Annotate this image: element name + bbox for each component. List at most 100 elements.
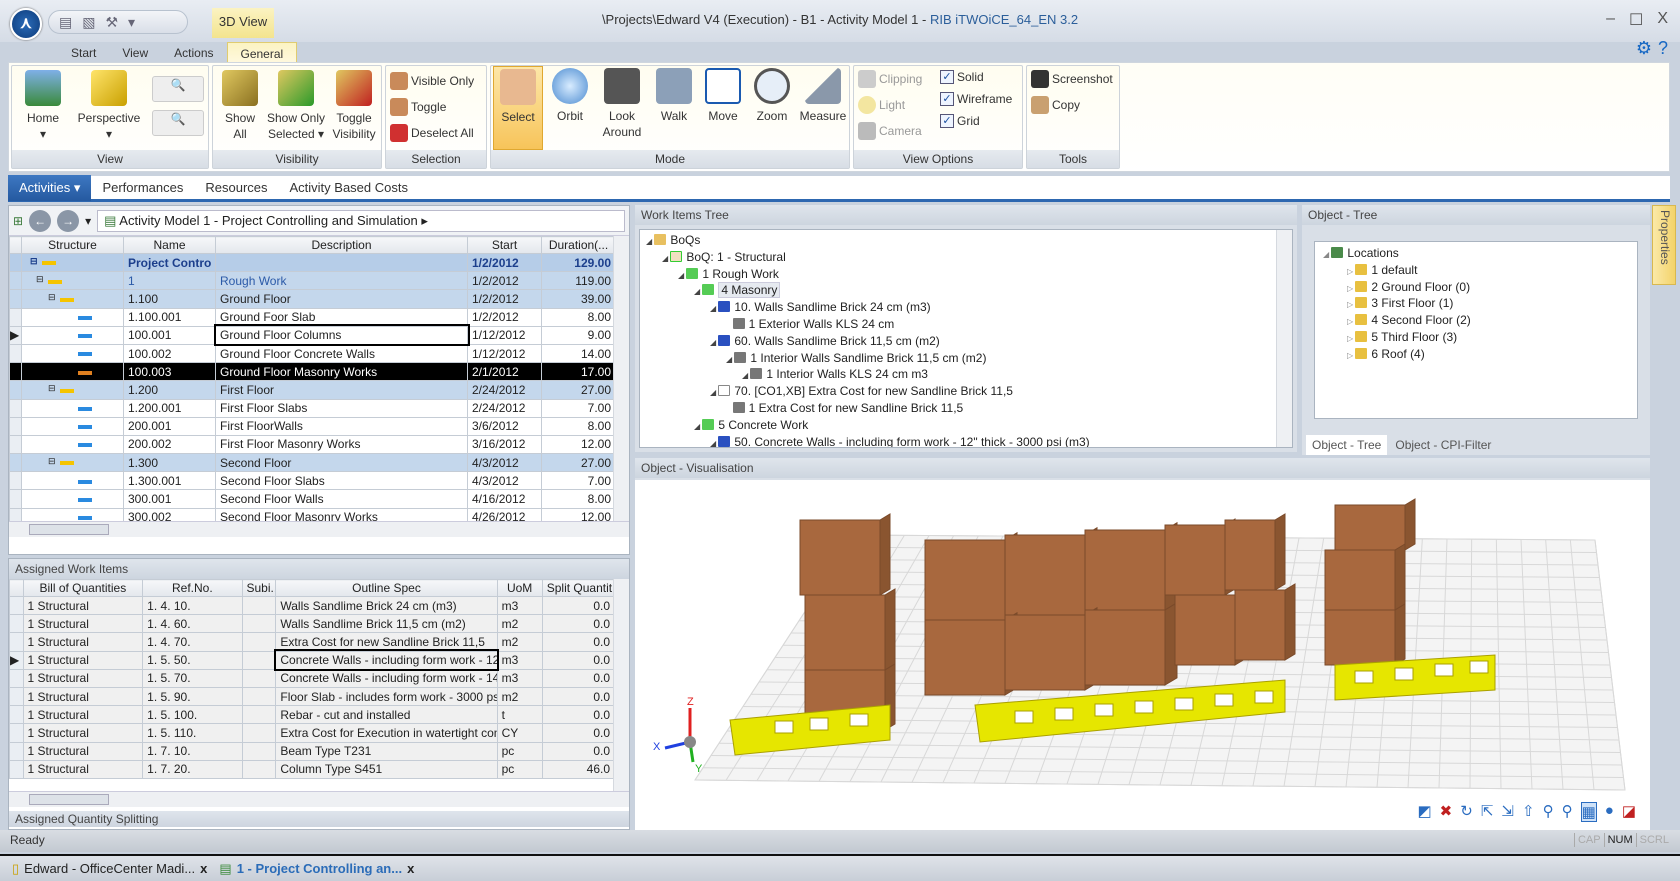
ref-no-cell[interactable]: 1. 5. 100. — [142, 705, 243, 725]
uom-cell[interactable]: pc — [496, 759, 543, 779]
tab-performances[interactable]: Performances — [91, 175, 194, 201]
boq-cell[interactable]: 1 Structural — [22, 668, 144, 688]
row-selector[interactable] — [9, 252, 22, 273]
row-selector[interactable] — [9, 416, 22, 436]
name-cell[interactable]: 100.001 — [123, 325, 216, 345]
col-uom[interactable]: UoM — [496, 579, 543, 597]
boq-cell[interactable]: 1 Structural — [22, 650, 144, 670]
duration-cell[interactable]: 17.00 — [541, 362, 616, 382]
expand-icon[interactable]: ◢ — [662, 254, 670, 263]
tree-node[interactable]: 1 Exterior Walls KLS 24 cm — [646, 317, 1286, 334]
ref-no-cell[interactable]: 1. 4. 10. — [142, 595, 243, 616]
back-button[interactable]: ← — [29, 209, 52, 232]
assigned-quantity-splitting-title[interactable]: Assigned Quantity Splitting — [9, 811, 629, 827]
tree-node[interactable]: ◢ 60. Walls Sandlime Brick 11,5 cm (m2) — [646, 334, 1286, 351]
uom-cell[interactable]: m2 — [496, 632, 543, 652]
breadcrumb[interactable]: ▤ Activity Model 1 - Project Controlling… — [97, 209, 625, 232]
activity-row[interactable]: ⊟ 1.200 First Floor 2/24/2012 27.00 — [9, 380, 616, 400]
row-selector[interactable] — [9, 668, 24, 688]
boq-cell[interactable]: 1 Structural — [22, 686, 144, 707]
col-start[interactable]: Start — [467, 236, 542, 254]
structure-cell[interactable] — [21, 307, 124, 327]
tab-start[interactable]: Start — [58, 42, 109, 64]
expand-icon[interactable]: ◢ — [678, 271, 686, 280]
activity-row[interactable]: 100.003 Ground Floor Masonry Works 2/1/201… — [9, 362, 616, 382]
location-node[interactable]: ▷ 1 default — [1323, 263, 1629, 280]
col-name[interactable]: Name — [123, 236, 216, 254]
uom-cell[interactable]: pc — [496, 741, 543, 761]
uom-cell[interactable]: m2 — [496, 686, 543, 707]
boq-cell[interactable]: 1 Structural — [22, 632, 144, 652]
work-item-row[interactable]: 1 Structural 1. 4. 10. Walls Sandlime Bric… — [9, 595, 616, 616]
tab-object-cpi-filter[interactable]: Object - CPI-Filter — [1389, 435, 1497, 455]
activity-row[interactable]: 200.002 First Floor Masonry Works 3/16/201… — [9, 434, 616, 455]
start-cell[interactable]: 4/16/2012 — [467, 489, 542, 509]
name-cell[interactable]: 200.002 — [123, 434, 216, 455]
subitem-cell[interactable] — [241, 759, 277, 779]
split-quantity-cell[interactable]: 0.0 — [541, 686, 616, 707]
name-cell[interactable]: 300.001 — [123, 489, 216, 509]
properties-side-tab[interactable]: Properties — [1652, 205, 1676, 285]
description-cell[interactable]: First Floor — [215, 380, 468, 400]
zoom-button[interactable]: Zoom — [749, 66, 795, 124]
row-selector[interactable] — [9, 307, 22, 327]
activity-row[interactable]: ⊟ 1.300 Second Floor 4/3/2012 27.00 — [9, 453, 616, 473]
subitem-cell[interactable] — [241, 741, 277, 761]
row-selector[interactable] — [9, 453, 22, 473]
uom-cell[interactable]: m3 — [496, 668, 543, 688]
look-around-button[interactable]: Look Around — [595, 66, 649, 140]
col-ref-no[interactable]: Ref.No. — [142, 579, 243, 597]
duration-cell[interactable]: 27.00 — [541, 453, 616, 473]
tree-node[interactable]: ◢ 5 Concrete Work — [646, 418, 1286, 435]
structure-cell[interactable] — [21, 471, 124, 491]
work-item-row[interactable]: 1 Structural 1. 7. 10. Beam Type T231 pc 0.0 — [9, 741, 616, 761]
boq-cell[interactable]: 1 Structural — [22, 595, 144, 616]
description-cell[interactable]: Ground Floor Concrete Walls — [215, 343, 468, 364]
description-cell[interactable]: Rough Work — [215, 271, 468, 291]
name-cell[interactable]: 1.300.001 — [123, 471, 216, 491]
col-outline-spec[interactable]: Outline Spec — [275, 579, 498, 597]
collapse-icon[interactable]: ⊟ — [36, 274, 44, 285]
pan-right-icon[interactable]: ⇲ — [1501, 802, 1514, 822]
split-quantity-cell[interactable]: 0.0 — [541, 668, 616, 688]
description-cell[interactable]: Ground Floor Masonry Works — [215, 362, 468, 382]
structure-cell[interactable] — [21, 507, 124, 521]
doc-tab-project[interactable]: ▯ Edward - OfficeCenter Madi... x — [12, 861, 207, 877]
ref-no-cell[interactable]: 1. 5. 70. — [142, 668, 243, 688]
expand-icon[interactable]: ◢ — [726, 355, 734, 364]
col-split-quantity[interactable]: Split Quantit — [541, 579, 616, 597]
name-cell[interactable]: 1.100.001 — [123, 307, 216, 327]
duration-cell[interactable]: 8.00 — [541, 489, 616, 509]
ref-no-cell[interactable]: 1. 5. 90. — [142, 686, 243, 707]
walk-button[interactable]: Walk — [651, 66, 697, 124]
outline-spec-cell[interactable]: Floor Slab - includes form work - 3000 p… — [275, 686, 498, 707]
expand-icon[interactable]: ▷ — [1347, 267, 1355, 276]
expand-icon[interactable]: ◢ — [694, 287, 702, 296]
row-selector[interactable] — [9, 686, 24, 707]
collapse-icon[interactable]: ⊟ — [48, 383, 56, 394]
expand-icon[interactable] — [726, 405, 733, 414]
boq-cell[interactable]: 1 Structural — [22, 723, 144, 743]
outline-spec-cell[interactable]: Concrete Walls - including form work - 1… — [273, 649, 500, 672]
ref-no-cell[interactable]: 1. 4. 60. — [142, 614, 243, 634]
close-tab-button[interactable]: x — [200, 861, 207, 876]
split-quantity-cell[interactable]: 0.0 — [541, 650, 616, 670]
row-selector[interactable]: ▶ — [9, 325, 22, 345]
expand-icon[interactable]: ▷ — [1347, 300, 1355, 309]
expand-icon[interactable]: ◢ — [710, 338, 718, 347]
subitem-cell[interactable] — [241, 705, 277, 725]
ref-no-cell[interactable]: 1. 5. 110. — [142, 723, 243, 743]
duration-cell[interactable]: 7.00 — [541, 398, 616, 418]
split-quantity-cell[interactable]: 0.0 — [541, 614, 616, 634]
tab-general[interactable]: General — [226, 42, 298, 64]
name-cell[interactable]: 100.003 — [123, 362, 216, 382]
pan-left-icon[interactable]: ⇱ — [1481, 802, 1494, 822]
split-quantity-cell[interactable]: 0.0 — [541, 741, 616, 761]
structure-cell[interactable]: ⊟ — [21, 271, 124, 291]
close-button[interactable]: X — [1657, 10, 1668, 30]
subitem-cell[interactable] — [241, 723, 277, 743]
walk-icon[interactable]: ⚲ — [1543, 802, 1554, 822]
location-node[interactable]: ▷ 4 Second Floor (2) — [1323, 313, 1629, 330]
toggle-selection-button[interactable]: Toggle — [390, 98, 446, 116]
tree-node[interactable]: ◢ 1 Interior Walls Sandlime Brick 11,5 c… — [646, 351, 1286, 368]
